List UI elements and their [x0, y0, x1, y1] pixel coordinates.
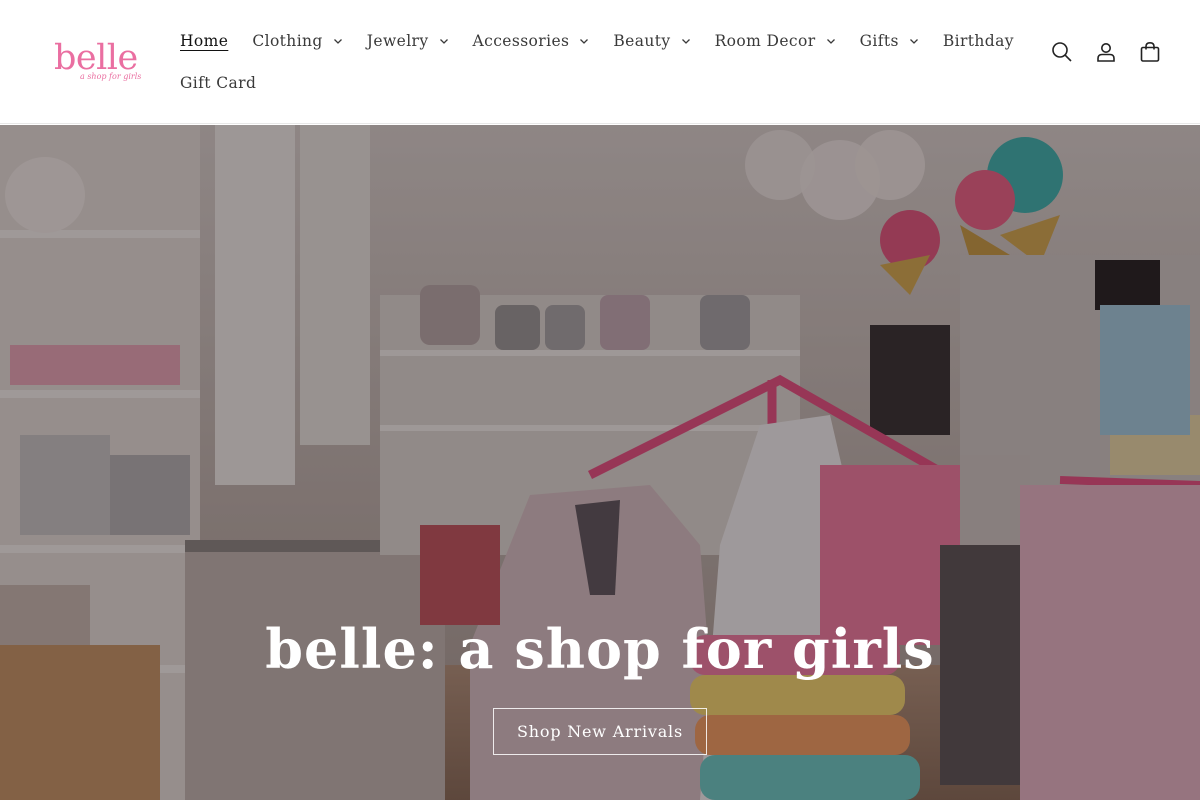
- nav-label: Room Decor: [714, 32, 816, 50]
- nav-item-beauty[interactable]: Beauty: [601, 20, 702, 62]
- chevron-down-icon: [579, 36, 589, 46]
- nav-label: Gift Card: [180, 74, 257, 92]
- search-icon[interactable]: [1050, 40, 1074, 64]
- nav-item-accessories[interactable]: Accessories: [461, 20, 602, 62]
- chevron-down-icon: [333, 36, 343, 46]
- nav-label: Gifts: [859, 32, 899, 50]
- nav-row-2: Gift Card: [168, 62, 988, 104]
- nav-label: Birthday: [942, 32, 1014, 50]
- nav-label: Beauty: [613, 32, 671, 50]
- nav-item-jewelry[interactable]: Jewelry: [355, 20, 461, 62]
- chevron-down-icon: [681, 36, 691, 46]
- nav-label: Accessories: [472, 32, 570, 50]
- logo-tagline: a shop for girls: [80, 72, 142, 81]
- nav-item-home[interactable]: Home: [168, 20, 240, 62]
- account-icon[interactable]: [1094, 40, 1118, 64]
- chevron-down-icon: [439, 36, 449, 46]
- header-icons: [1050, 40, 1162, 64]
- nav-row-1: Home Clothing Jewelry Accessories Beauty…: [168, 20, 1014, 62]
- hero-banner: belle: a shop for girls Shop New Arrival…: [0, 125, 1200, 800]
- hero-title: belle: a shop for girls: [265, 617, 935, 681]
- brand-logo[interactable]: belle a shop for girls: [52, 38, 142, 88]
- main-navigation: Home Clothing Jewelry Accessories Beauty…: [168, 20, 1014, 104]
- site-header: belle a shop for girls Home Clothing Jew…: [0, 0, 1200, 124]
- nav-item-gift-card[interactable]: Gift Card: [168, 62, 268, 104]
- chevron-down-icon: [826, 36, 836, 46]
- nav-label: Home: [180, 32, 229, 50]
- nav-item-clothing[interactable]: Clothing: [240, 20, 354, 62]
- nav-label: Jewelry: [366, 32, 429, 50]
- nav-item-room-decor[interactable]: Room Decor: [703, 20, 848, 62]
- chevron-down-icon: [909, 36, 919, 46]
- nav-item-birthday[interactable]: Birthday: [931, 20, 1026, 62]
- nav-label: Clothing: [252, 32, 323, 50]
- nav-item-gifts[interactable]: Gifts: [848, 20, 931, 62]
- cart-icon[interactable]: [1138, 40, 1162, 64]
- shop-new-arrivals-button[interactable]: Shop New Arrivals: [493, 708, 707, 755]
- hero-overlay: [0, 125, 1200, 800]
